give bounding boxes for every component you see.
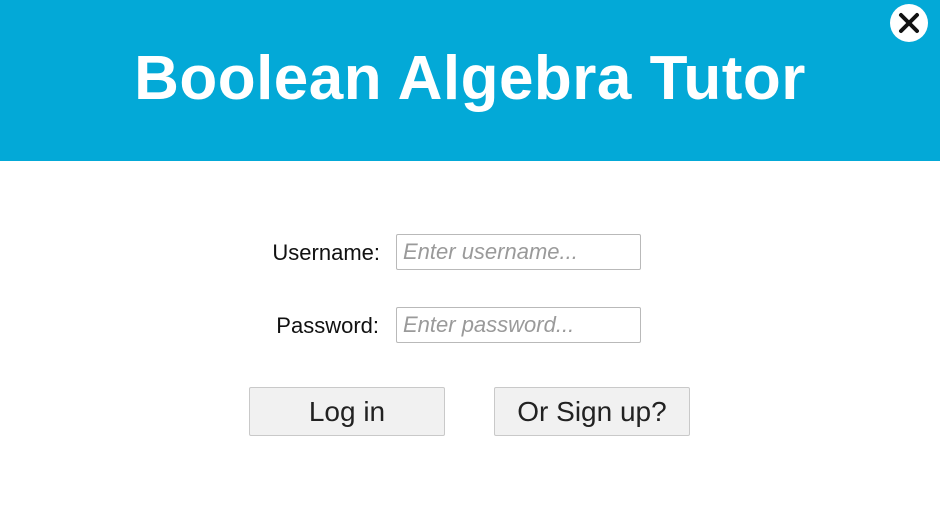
password-input[interactable] (396, 307, 641, 343)
username-label: Username: (272, 240, 380, 265)
app-header: Boolean Algebra Tutor (0, 0, 940, 161)
login-screen: Boolean Algebra Tutor Username: Password… (0, 0, 940, 529)
username-input[interactable] (396, 234, 641, 270)
close-button[interactable] (890, 4, 928, 42)
close-icon (898, 12, 920, 34)
password-label: Password: (276, 313, 379, 338)
signup-button[interactable]: Or Sign up? (494, 387, 690, 436)
app-title: Boolean Algebra Tutor (134, 44, 806, 113)
login-button[interactable]: Log in (249, 387, 445, 436)
